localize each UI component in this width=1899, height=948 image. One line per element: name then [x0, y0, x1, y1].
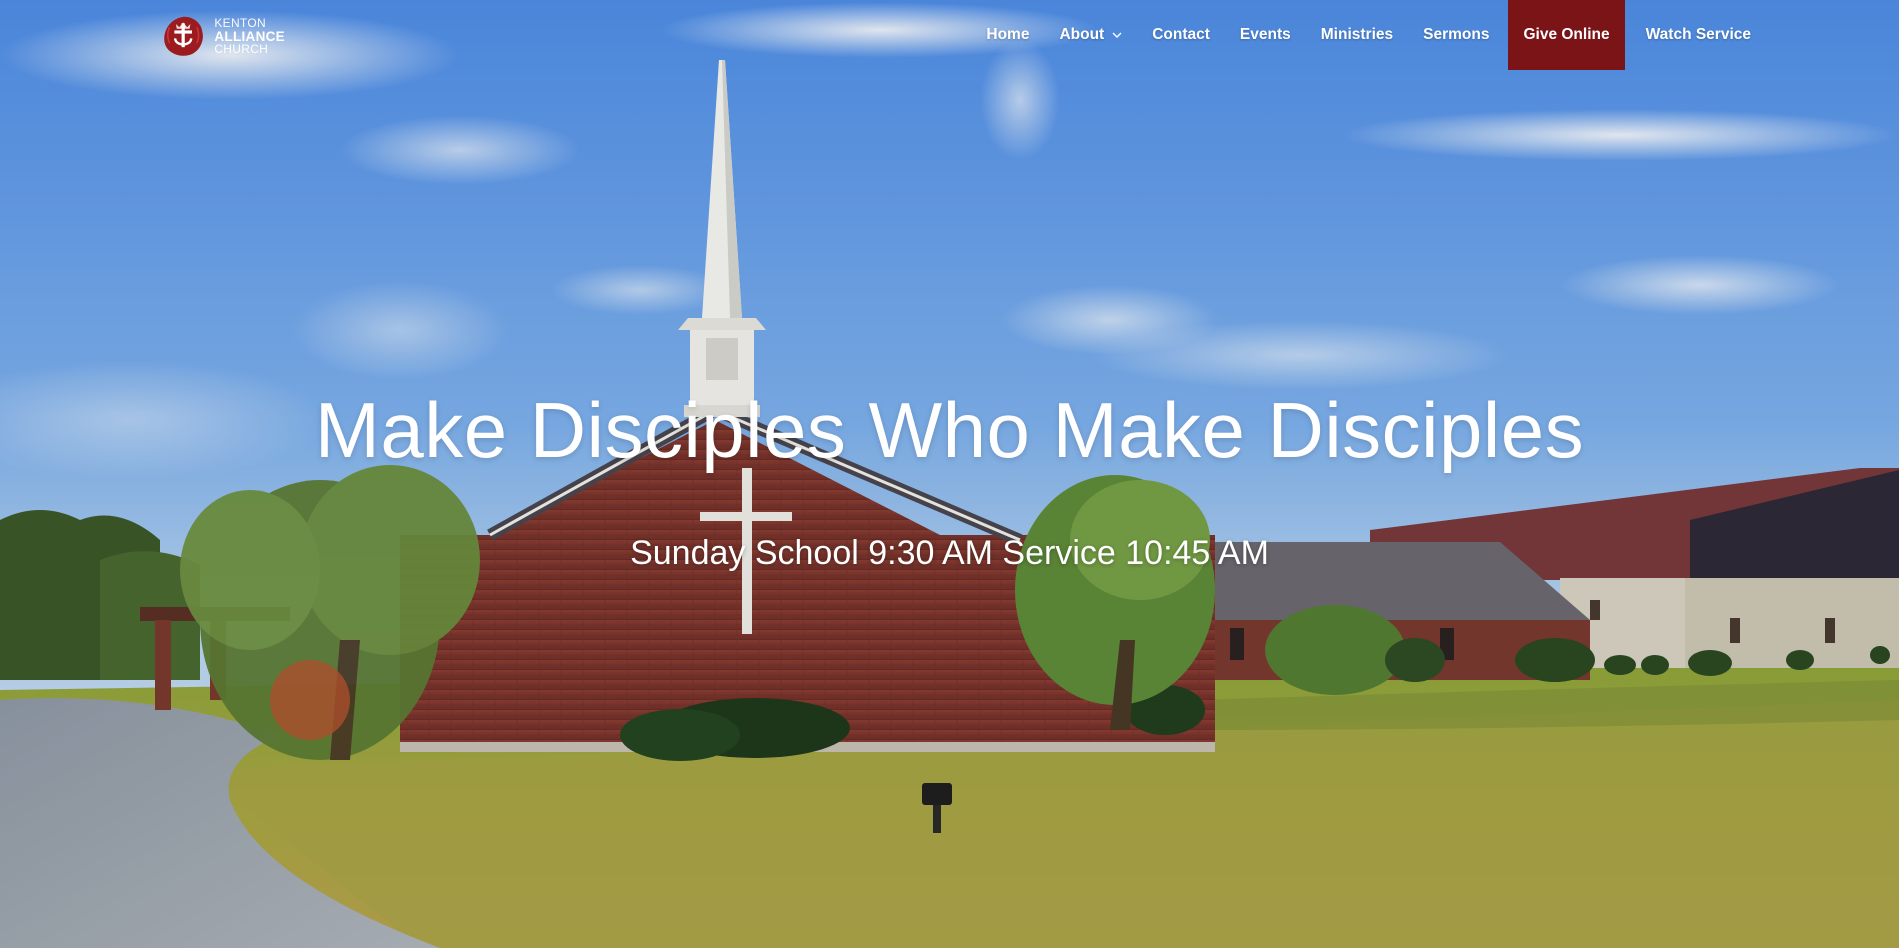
nav-item-label: Watch Service: [1645, 26, 1751, 43]
nav-item-label: Events: [1239, 26, 1291, 43]
logo-line-1: KENTON: [214, 15, 266, 30]
nav-item-home[interactable]: Home: [971, 0, 1044, 70]
site-logo[interactable]: KENTON ALLIANCE CHURCH: [160, 8, 285, 64]
logo-wordmark: KENTON ALLIANCE CHURCH: [214, 15, 285, 56]
nav-item-about[interactable]: About: [1044, 0, 1137, 70]
nav-item-contact[interactable]: Contact: [1137, 0, 1225, 70]
give-online-button[interactable]: Give Online: [1508, 0, 1625, 70]
main-navigation: Home About Contact Events Ministries Ser…: [971, 0, 1766, 70]
nav-item-ministries[interactable]: Ministries: [1306, 0, 1408, 70]
nav-item-label: Home: [986, 26, 1030, 43]
nav-item-label: Sermons: [1423, 26, 1490, 43]
nav-item-sermons[interactable]: Sermons: [1408, 0, 1504, 70]
chevron-down-icon: [1112, 32, 1122, 38]
nav-item-label: Contact: [1152, 26, 1210, 43]
logo-line-2: ALLIANCE: [214, 28, 285, 44]
nav-item-watch-service[interactable]: Watch Service: [1631, 0, 1766, 70]
service-times: Sunday School 9:30 AM Service 10:45 AM: [630, 534, 1269, 572]
nav-item-events[interactable]: Events: [1225, 0, 1306, 70]
logo-line-3: CHURCH: [214, 41, 269, 56]
nav-item-label: Give Online: [1523, 26, 1610, 43]
alliance-cross-crown-icon: [164, 16, 203, 56]
nav-item-label: About: [1059, 26, 1105, 43]
hero-headline: Make Disciples Who Make Disciples: [314, 386, 1585, 474]
nav-item-label: Ministries: [1320, 26, 1394, 43]
